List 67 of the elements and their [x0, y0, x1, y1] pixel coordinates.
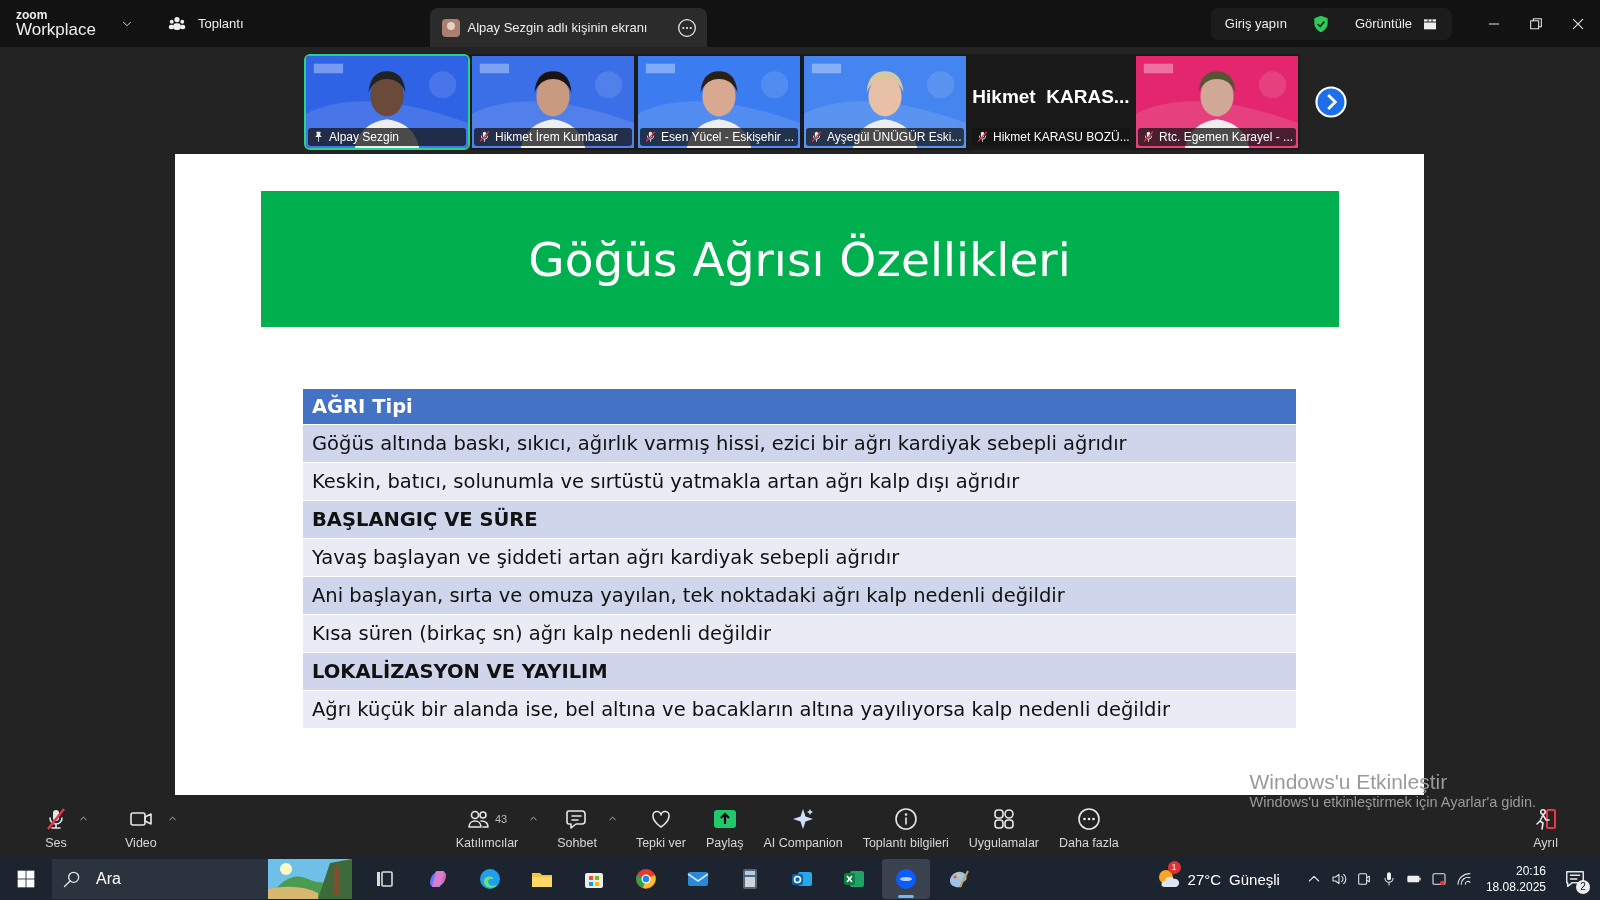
- slide-title: Göğüs Ağrısı Özellikleri: [260, 191, 1339, 327]
- toolbar-button[interactable]: Video: [119, 803, 163, 852]
- participant-tile[interactable]: Esen Yücel - Eskişehir ...: [636, 53, 802, 150]
- info-icon: [893, 806, 918, 831]
- participant-tile[interactable]: Rtc. Egemen Karayel - ...: [1134, 53, 1300, 150]
- table-cell: Keskin, batıcı, solunumla ve sırtüstü yatmakla artan ağrı kalp dışı ağrıdır: [303, 463, 1296, 501]
- meet-now-icon[interactable]: [1355, 871, 1372, 887]
- toolbar-button[interactable]: Uygulamalar: [962, 803, 1045, 852]
- table-cell: Ağrı küçük bir alanda ise, bel altına ve bacakların altına yayılıyorsa kalp nedenli değildir: [303, 691, 1296, 729]
- table-cell: Ani başlayan, sırta ve omuza yayılan, tek noktadaki ağrı kalp nedenli değildir: [303, 577, 1296, 615]
- toolbar-button[interactable]: AI Companion: [757, 803, 849, 852]
- next-icon[interactable]: [1314, 84, 1348, 119]
- table-cell: Göğüs altında baskı, sıkıcı, ağırlık varmış hissi, ezici bir ağrı kardiyak sebepli ağrıdır: [303, 425, 1296, 463]
- toolbar-button[interactable]: Toplantı bilgileri: [856, 803, 955, 852]
- weather-condition: Güneşli: [1229, 870, 1280, 888]
- exit-person-icon: [1533, 806, 1558, 831]
- video-app-icon: [894, 867, 918, 891]
- wifi-icon[interactable]: [1455, 871, 1472, 887]
- participant-name: Hikmet İrem Kumbasar: [495, 129, 618, 144]
- table-cell: Yavaş başlayan ve şiddeti artan ağrı kardiyak sebepli ağrıdır: [303, 539, 1296, 577]
- clock-date: 18.08.2025: [1485, 880, 1546, 894]
- table-cell: Kısa süren (birkaç sn) ağrı kalp nedenli değildir: [303, 615, 1296, 653]
- browser-icon: [478, 867, 502, 891]
- section-heading: LOKALİZASYON VE YAYILIM: [303, 653, 1296, 691]
- participant-count: 43: [494, 812, 508, 825]
- weather-badge: 1: [1167, 861, 1181, 874]
- vpn-icon[interactable]: [1430, 871, 1447, 887]
- search-icon[interactable]: [62, 869, 82, 889]
- people-icon: [168, 14, 186, 33]
- toolbar-button[interactable]: Daha fazla: [1053, 803, 1125, 852]
- avatar-icon: [441, 18, 460, 37]
- toolbar-button[interactable]: Tepki ver: [629, 803, 692, 852]
- participant-name: Rtc. Egemen Karayel - ...: [1159, 129, 1294, 144]
- apps-icon: [991, 806, 1016, 831]
- temperature: 27°C: [1187, 870, 1222, 888]
- sign-in-link[interactable]: Giriş yapın: [1224, 16, 1287, 31]
- share-tab[interactable]: Alpay Sezgin adlı kişinin ekranı: [429, 8, 708, 47]
- participant-tile[interactable]: Hikmet İrem Kumbasar: [470, 53, 636, 150]
- start-icon[interactable]: [16, 869, 36, 889]
- app-name: Workplace: [16, 21, 96, 38]
- meeting-label[interactable]: Toplantı: [198, 16, 244, 31]
- section-heading: BAŞLANGIÇ VE SÜRE: [303, 501, 1296, 539]
- notification-icon[interactable]: [1564, 868, 1586, 890]
- table-header: AĞRI Tipi: [303, 389, 1296, 425]
- activation-text: Windows'u etkinleştirmek için Ayarlar'a gidin.: [1249, 794, 1536, 810]
- toolbar-button[interactable]: Sohbet: [551, 803, 603, 852]
- participant-name: Hikmet KARASU BOZÜ...: [993, 129, 1130, 144]
- view-button[interactable]: Görüntüle: [1354, 16, 1412, 31]
- restore-icon[interactable]: [1528, 15, 1544, 32]
- toolbar-button[interactable]: Paylaş: [699, 803, 750, 852]
- logo-text: zoom: [16, 9, 49, 21]
- notification-count: 2: [1576, 880, 1590, 894]
- browser-icon: [634, 867, 658, 891]
- participant-tile[interactable]: Alpay Sezgin: [304, 53, 470, 150]
- toolbar-button[interactable]: Ses: [38, 803, 74, 852]
- more-icon[interactable]: [677, 17, 698, 38]
- clock-time: 20:16: [1515, 864, 1546, 878]
- participant-name: Esen Yücel - Eskişehir ...: [661, 129, 795, 144]
- participant-name-label: Hikmet KARAS...: [971, 85, 1131, 108]
- participant-name: Alpay Sezgin: [329, 129, 400, 144]
- toolbar-button[interactable]: 43 Katılımcılar: [449, 803, 525, 852]
- participant-tile[interactable]: Hikmet KARAS... Hikmet KARASU BOZÜ...: [968, 53, 1134, 150]
- participant-tile[interactable]: Ayşegül ÜNÜGÜR Eski...: [802, 53, 968, 150]
- participant-name: Ayşegül ÜNÜGÜR Eski...: [827, 129, 962, 144]
- speaker-icon[interactable]: [1330, 871, 1347, 887]
- search-field[interactable]: Ara: [92, 859, 268, 899]
- more-icon: [1076, 806, 1101, 831]
